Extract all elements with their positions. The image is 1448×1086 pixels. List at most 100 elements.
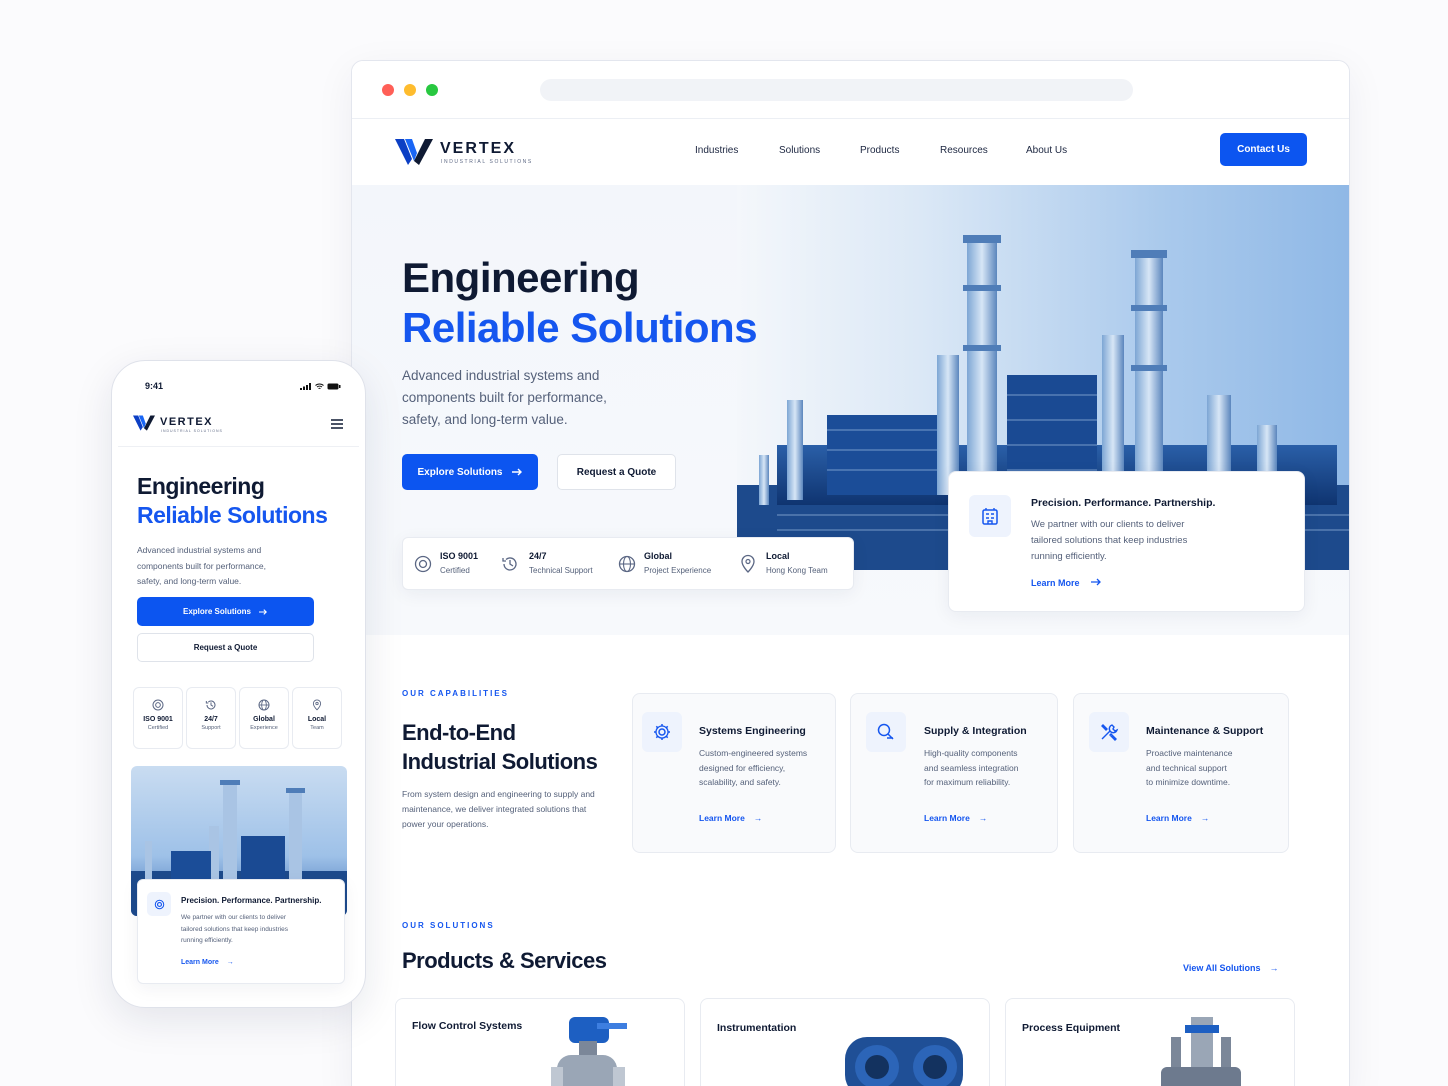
hero-title-line2: Reliable Solutions — [402, 304, 758, 351]
nav-item-solutions[interactable]: Solutions — [779, 145, 820, 156]
capability-desc-line3: for maximum reliability. — [924, 777, 1011, 787]
capabilities-description: From system design and engineering to su… — [402, 787, 595, 832]
mobile-card-line1: We partner with our clients to deliver — [181, 914, 287, 921]
vertex-logo-icon[interactable] — [395, 137, 433, 165]
mobile-explore-label: Explore Solutions — [182, 607, 251, 616]
hero-subtitle-line1: Advanced industrial systems and — [402, 368, 600, 383]
capability-desc-line1: Proactive maintenance — [1146, 748, 1233, 758]
flow-meter-image — [845, 1037, 963, 1086]
product-card-flow-control[interactable]: Flow Control Systems — [395, 998, 685, 1086]
building-icon — [982, 508, 998, 525]
request-quote-button[interactable]: Request a Quote — [557, 454, 676, 490]
battery-icon — [327, 383, 341, 390]
close-window-dot[interactable] — [382, 84, 394, 96]
mobile-brand-tagline: INDUSTRIAL SOLUTIONS — [161, 429, 223, 433]
nav-item-resources[interactable]: Resources — [940, 145, 988, 156]
capability-card-supply-integration[interactable]: Supply & Integration High-quality compon… — [850, 693, 1058, 853]
capability-description: Proactive maintenance and technical supp… — [1146, 746, 1232, 790]
mobile-explore-solutions-button[interactable]: Explore Solutions — [137, 597, 314, 626]
mobile-hero-subtitle: Advanced industrial systems and componen… — [137, 543, 266, 590]
arrow-right-icon: → — [1200, 813, 1210, 823]
location-pin-icon — [312, 699, 322, 711]
capability-desc-line1: High-quality components — [924, 748, 1018, 758]
mobile-screen: 9:41 VERTEX INDUSTRIAL SOLUTIONS Enginee… — [118, 367, 359, 1001]
hero-title-line1: Engineering — [402, 254, 640, 301]
capability-title: Systems Engineering — [699, 725, 806, 737]
capability-learn-more-link[interactable]: Learn More → — [924, 813, 987, 823]
capability-learn-more-link[interactable]: Learn More → — [699, 813, 762, 823]
arrow-right-icon: → — [1269, 963, 1279, 973]
process-equipment-image — [1161, 1017, 1241, 1086]
solutions-title: Products & Services — [402, 948, 607, 973]
explore-solutions-button[interactable]: Explore Solutions — [402, 454, 538, 490]
hero-subtitle: Advanced industrial systems and componen… — [402, 365, 607, 431]
mobile-stat-sub: Team — [310, 725, 324, 731]
browser-chrome — [352, 61, 1349, 119]
maximize-window-dot[interactable] — [426, 84, 438, 96]
globe-icon — [258, 699, 270, 711]
mobile-stat-sub: Certified — [147, 725, 169, 731]
mobile-card-title: Precision. Performance. Partnership. — [181, 896, 322, 905]
view-all-label: View All Solutions — [1183, 963, 1261, 973]
capability-desc-line3: scalability, and safety. — [699, 777, 781, 787]
mobile-learn-more-link[interactable]: Learn More → — [181, 959, 234, 966]
feature-card-title: Precision. Performance. Partnership. — [1031, 497, 1216, 509]
status-icons — [300, 383, 341, 390]
product-card-title: Process Equipment — [1022, 1022, 1121, 1034]
feature-learn-more-link[interactable]: Learn More — [1031, 578, 1102, 588]
capabilities-title-line2: Industrial Solutions — [402, 749, 598, 774]
mobile-subtitle-line3: safety, and long-term value. — [137, 576, 242, 586]
stat-local-title: Local — [766, 551, 790, 561]
brand-name: VERTEX — [440, 140, 517, 157]
stat-iso-sub: Certified — [440, 566, 470, 575]
mobile-stats-grid: ISO 9001 Certified 24/7 Support Global E… — [133, 687, 342, 749]
mobile-stat-sub: Experience — [250, 725, 278, 731]
mobile-brand-name: VERTEX — [160, 416, 214, 428]
feature-icon-box — [969, 495, 1011, 537]
capability-learn-more-link[interactable]: Learn More → — [1146, 813, 1209, 823]
hero-section: Engineering Reliable Solutions Advanced … — [352, 185, 1349, 635]
mobile-stat-title: Local — [307, 716, 327, 723]
mobile-request-quote-button[interactable]: Request a Quote — [137, 633, 314, 662]
capability-icon-box — [1089, 712, 1129, 752]
product-card-instrumentation[interactable]: Instrumentation — [700, 998, 990, 1086]
nav-item-about-us[interactable]: About Us — [1026, 145, 1067, 156]
capability-title: Maintenance & Support — [1146, 725, 1264, 737]
capabilities-title-line1: End-to-End — [402, 720, 516, 745]
capability-card-maintenance-support[interactable]: Maintenance & Support Proactive maintena… — [1073, 693, 1289, 853]
capabilities-title: End-to-End Industrial Solutions — [402, 718, 598, 776]
wifi-icon — [315, 383, 324, 389]
stat-support-sub: Technical Support — [529, 566, 593, 575]
feature-learn-more-label: Learn More — [1031, 578, 1080, 588]
hamburger-menu-icon[interactable] — [330, 418, 344, 430]
minimize-window-dot[interactable] — [404, 84, 416, 96]
nav-item-products[interactable]: Products — [860, 145, 899, 156]
mobile-subtitle-line2: components built for performance, — [137, 560, 266, 571]
capability-description: Custom-engineered systems designed for e… — [699, 746, 807, 790]
mobile-card-line2: tailored solutions that keep industries — [181, 925, 288, 933]
mobile-card-body: We partner with our clients to deliver t… — [181, 912, 288, 947]
capability-desc-line2: and technical support — [1146, 762, 1227, 773]
contact-us-button[interactable]: Contact Us — [1220, 133, 1307, 166]
address-bar[interactable] — [540, 79, 1133, 101]
stat-iso-title: ISO 9001 — [440, 551, 479, 561]
capability-icon-box — [866, 712, 906, 752]
nav-item-industries[interactable]: Industries — [695, 145, 738, 156]
feature-card-line2: tailored solutions that keep industries — [1031, 535, 1188, 546]
capabilities-eyebrow: OUR CAPABILITIES — [402, 689, 509, 698]
vertex-logo-icon[interactable] — [133, 414, 155, 431]
mobile-subtitle-line1: Advanced industrial systems and — [137, 545, 262, 555]
mobile-stat-title: ISO 9001 — [143, 716, 173, 723]
integration-icon — [877, 723, 894, 740]
globe-icon — [618, 555, 636, 573]
product-card-process-equipment[interactable]: Process Equipment — [1005, 998, 1295, 1086]
capability-card-systems-engineering[interactable]: Systems Engineering Custom-engineered sy… — [632, 693, 836, 853]
capability-description: High-quality components and seamless int… — [924, 746, 1019, 790]
view-all-solutions-link[interactable]: View All Solutions → — [1183, 963, 1279, 973]
mobile-learn-more-label: Learn More — [181, 959, 219, 966]
clock-icon — [502, 557, 517, 571]
hero-subtitle-line3: safety, and long-term value. — [402, 412, 568, 427]
capability-desc-line2: designed for efficiency, — [699, 762, 786, 773]
mobile-card-icon-box — [147, 892, 171, 916]
arrow-right-icon: → — [753, 813, 763, 823]
